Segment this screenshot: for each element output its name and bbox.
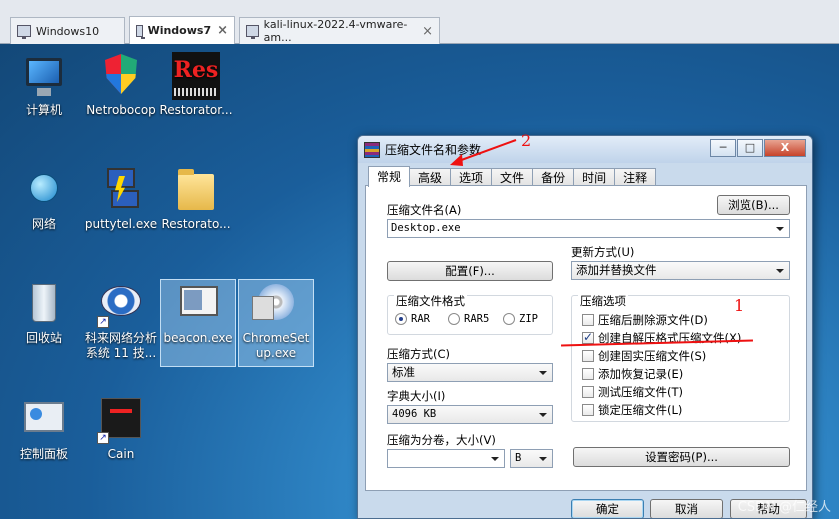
format-radio-zip[interactable]: ZIP <box>503 313 538 325</box>
installer-icon <box>252 280 300 328</box>
ok-button[interactable]: 确定 <box>571 499 644 518</box>
method-label: 压缩方式(C) <box>387 347 451 361</box>
browse-button[interactable]: 浏览(B)... <box>717 195 790 215</box>
set-password-button[interactable]: 设置密码(P)... <box>573 447 790 467</box>
checkbox-icon <box>582 386 594 398</box>
tab-label: Windows7 <box>147 24 212 37</box>
desktop-icon-netrobocop[interactable]: Netrobocop <box>83 52 159 118</box>
chevron-down-icon <box>539 413 547 417</box>
desktop-icon-network[interactable]: 网络 <box>6 166 82 232</box>
annotation-number-2: 2 <box>521 131 532 150</box>
radio-icon <box>503 313 515 325</box>
recycle-bin-icon <box>20 280 68 328</box>
profiles-button[interactable]: 配置(F)... <box>387 261 553 281</box>
format-radio-rar[interactable]: RAR <box>395 313 430 325</box>
split-unit-select[interactable]: B <box>510 449 553 468</box>
maximize-button[interactable]: □ <box>737 139 763 157</box>
winrar-icon <box>364 141 380 158</box>
tab-label: kali-linux-2022.4-vmware-am... <box>263 18 408 44</box>
archive-dialog: 压缩文件名和参数 ─ □ X 常规 高级 选项 文件 备份 时间 注释 压缩文件… <box>357 135 813 519</box>
checkbox-icon <box>582 368 594 380</box>
options-group-label: 压缩选项 <box>578 293 628 309</box>
dialog-titlebar[interactable]: 压缩文件名和参数 ─ □ X <box>358 136 812 163</box>
tab-kali[interactable]: kali-linux-2022.4-vmware-am... × <box>239 17 440 44</box>
desktop-icon-control-panel[interactable]: 控制面板 <box>6 396 82 462</box>
archive-name-label: 压缩文件名(A) <box>387 203 462 217</box>
tab-windows7[interactable]: Windows7 × <box>129 16 235 44</box>
exe-icon <box>174 280 222 328</box>
archive-name-input[interactable]: Desktop.exe <box>387 219 790 238</box>
vm-icon <box>17 25 31 39</box>
option-test-archive[interactable]: 测试压缩文件(T) <box>582 384 683 400</box>
network-analyzer-icon: ↗ <box>97 280 145 328</box>
minimize-button[interactable]: ─ <box>710 139 736 157</box>
cancel-button[interactable]: 取消 <box>650 499 723 518</box>
tab-windows10[interactable]: Windows10 <box>10 17 125 44</box>
close-icon[interactable]: × <box>416 24 433 39</box>
vm-icon <box>246 25 259 39</box>
desktop-icon-restorator[interactable]: Res Restorator... <box>158 52 234 118</box>
chevron-down-icon <box>539 457 547 461</box>
putty-icon <box>97 166 145 214</box>
desktop-icon-network-analyzer[interactable]: ↗ 科来网络分析系统 11 技... <box>83 280 159 361</box>
checkbox-icon <box>582 314 594 326</box>
dict-size-select[interactable]: 4096 KB <box>387 405 553 424</box>
watermark: CSDN @仁经人 <box>737 500 831 515</box>
chevron-down-icon <box>776 269 784 273</box>
split-size-input[interactable] <box>387 449 505 468</box>
tab-general[interactable]: 常规 <box>368 166 411 187</box>
option-lock-archive[interactable]: 锁定压缩文件(L) <box>582 402 682 418</box>
chevron-down-icon <box>539 371 547 375</box>
network-icon <box>20 166 68 214</box>
restorator-icon: Res <box>172 52 220 100</box>
option-solid[interactable]: 创建固实压缩文件(S) <box>582 348 706 364</box>
format-group-label: 压缩文件格式 <box>394 293 467 309</box>
checkbox-icon <box>582 350 594 362</box>
chevron-down-icon[interactable] <box>776 227 784 231</box>
desktop-icon-recycle-bin[interactable]: 回收站 <box>6 280 82 346</box>
computer-icon <box>20 52 68 100</box>
desktop-icon-beacon[interactable]: beacon.exe <box>160 279 236 367</box>
split-size-label: 压缩为分卷，大小(V) <box>387 433 496 447</box>
annotation-number-1: 1 <box>734 296 745 315</box>
checkbox-icon <box>582 330 594 344</box>
dict-size-label: 字典大小(I) <box>387 389 446 403</box>
cain-icon: ↗ <box>97 396 145 444</box>
method-select[interactable]: 标准 <box>387 363 553 382</box>
vm-tab-bar: Windows10 Windows7 × kali-linux-2022.4-v… <box>0 0 839 44</box>
radio-icon <box>395 313 407 325</box>
shield-icon <box>97 52 145 100</box>
tab-label: Windows10 <box>36 24 100 38</box>
radio-icon <box>448 313 460 325</box>
dialog-title: 压缩文件名和参数 <box>385 143 482 157</box>
chevron-down-icon[interactable] <box>491 457 499 461</box>
vm-icon <box>136 24 145 39</box>
desktop-icon-computer[interactable]: 计算机 <box>6 52 82 118</box>
checkbox-icon <box>582 404 594 416</box>
desktop-icon-cain[interactable]: ↗ Cain <box>83 396 159 462</box>
control-panel-icon <box>20 396 68 444</box>
update-mode-select[interactable]: 添加并替换文件 <box>571 261 790 280</box>
desktop-icon-chromesetup[interactable]: ChromeSetup.exe <box>238 279 314 367</box>
option-delete-after[interactable]: 压缩后删除源文件(D) <box>582 312 708 328</box>
folder-icon <box>172 166 220 214</box>
desktop-icon-puttytel[interactable]: puttytel.exe <box>83 166 159 232</box>
format-radio-rar5[interactable]: RAR5 <box>448 313 489 325</box>
update-mode-label: 更新方式(U) <box>571 245 635 259</box>
close-button[interactable]: X <box>764 139 806 157</box>
desktop-icon-restorator-folder[interactable]: Restorato... <box>158 166 234 232</box>
option-recovery-record[interactable]: 添加恢复记录(E) <box>582 366 683 382</box>
close-icon[interactable]: × <box>211 23 228 38</box>
